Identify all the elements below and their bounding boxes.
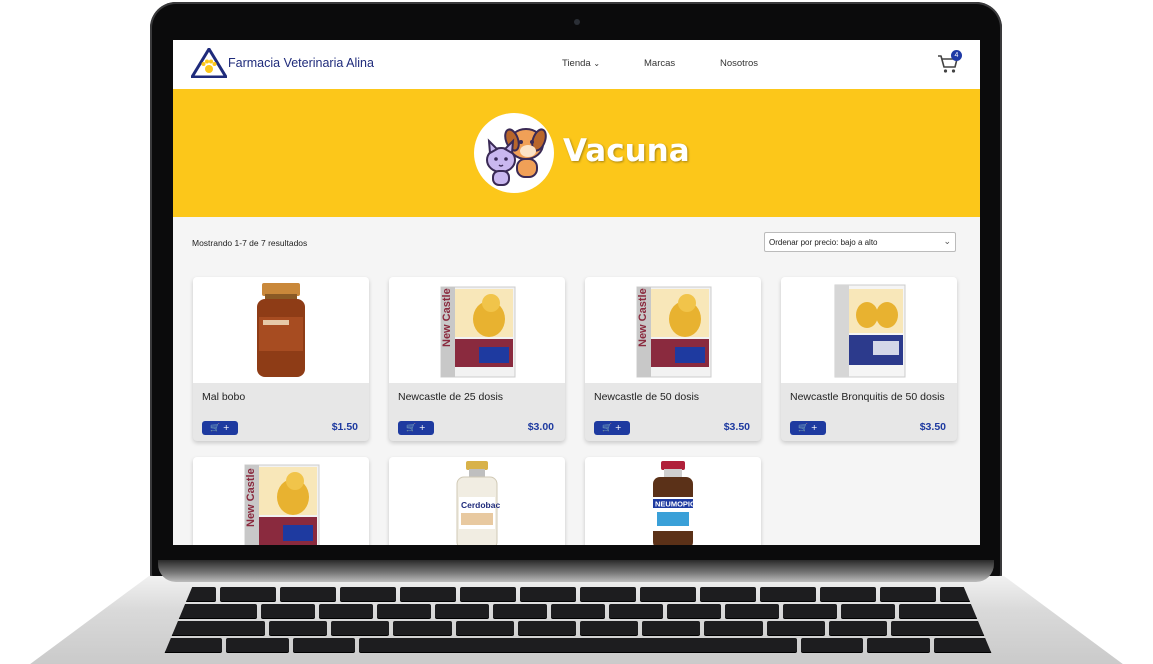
vaccine-box-icon: New Castle	[636, 286, 712, 378]
product-image-box[interactable]: New Castle	[585, 277, 761, 383]
product-price: $3.50	[723, 421, 750, 433]
brand-name[interactable]: Farmacia Veterinaria Alina	[228, 56, 374, 70]
product-image-box[interactable]	[781, 277, 957, 383]
amber-bottle-icon	[257, 283, 305, 377]
product-card[interactable]: New Castle Newcastle de 50 dosis 🛒 + $3.…	[585, 277, 761, 441]
nav-marcas[interactable]: Marcas	[644, 58, 675, 69]
add-to-cart-button[interactable]: 🛒 +	[790, 421, 826, 435]
product-image-bottle[interactable]: Cerdobac	[389, 457, 565, 545]
product-card[interactable]: New Castle Newcastle de 25 dosis 🛒 + $3.…	[389, 277, 565, 441]
product-image-box[interactable]: New Castle	[389, 277, 565, 383]
sort-select[interactable]: Ordenar por precio: bajo a alto ⌄	[764, 232, 956, 252]
nav-tienda[interactable]: Tienda ⌄	[562, 58, 600, 69]
vaccine-box-icon: New Castle	[440, 286, 516, 378]
laptop-hinge	[158, 560, 994, 582]
product-price: $1.50	[331, 421, 358, 433]
cat-and-dog-illustration	[474, 113, 554, 193]
product-name[interactable]: Newcastle de 50 dosis	[594, 391, 754, 404]
cart-icon: 🛒	[798, 423, 809, 432]
product-card[interactable]: Mal bobo 🛒 + $1.50	[193, 277, 369, 441]
product-name[interactable]: Newcastle Bronquitis de 50 dosis	[790, 391, 950, 404]
product-name[interactable]: Mal bobo	[202, 391, 362, 404]
product-card[interactable]: NEUMOPIG	[585, 457, 761, 545]
sort-selected-value: Ordenar por precio: bajo a alto	[769, 238, 878, 247]
paw-triangle-logo-icon[interactable]	[191, 48, 227, 78]
browser-screen: Farmacia Veterinaria Alina Tienda ⌄ Marc…	[173, 40, 980, 545]
add-to-cart-button[interactable]: 🛒 +	[398, 421, 434, 435]
chevron-down-icon: ⌄	[943, 236, 951, 246]
chevron-down-icon: ⌄	[593, 59, 601, 68]
site-header: Farmacia Veterinaria Alina Tienda ⌄ Marc…	[173, 40, 980, 89]
svg-text:New Castle: New Castle	[637, 288, 649, 347]
product-price: $3.00	[527, 421, 554, 433]
product-card[interactable]: Cerdobac	[389, 457, 565, 545]
cart-icon: 🛒	[210, 423, 221, 432]
keyboard	[160, 584, 996, 664]
result-count: Mostrando 1-7 de 7 resultados	[192, 238, 308, 248]
blue-bottle-icon: NEUMOPIG	[653, 461, 696, 545]
category-hero: Vacuna	[173, 89, 980, 217]
cart-icon: 🛒	[406, 423, 417, 432]
vaccine-box-icon: New Castle	[244, 464, 320, 545]
cart-icon: 🛒	[602, 423, 613, 432]
add-to-cart-button[interactable]: 🛒 +	[594, 421, 630, 435]
product-image-bottle[interactable]: NEUMOPIG	[585, 457, 761, 545]
add-to-cart-label: +	[418, 423, 426, 432]
product-price: $3.50	[919, 421, 946, 433]
product-card[interactable]: New Castle	[193, 457, 369, 545]
product-card[interactable]: Newcastle Bronquitis de 50 dosis 🛒 + $3.…	[781, 277, 957, 441]
svg-text:New Castle: New Castle	[245, 468, 257, 527]
product-image-box[interactable]: New Castle	[193, 457, 369, 545]
nav-tienda-label: Tienda	[562, 58, 591, 69]
vaccine-box-icon	[834, 284, 906, 378]
svg-text:New Castle: New Castle	[441, 288, 453, 347]
white-bottle-icon: Cerdobac	[456, 461, 500, 545]
cart-count-badge: 4	[951, 50, 962, 61]
add-to-cart-label: +	[614, 423, 622, 432]
add-to-cart-label: +	[810, 423, 818, 432]
nav-nosotros[interactable]: Nosotros	[720, 58, 758, 69]
add-to-cart-button[interactable]: 🛒 +	[202, 421, 238, 435]
camera-dot	[574, 19, 580, 25]
svg-text:Cerdobac: Cerdobac	[461, 500, 500, 510]
product-image-bottle[interactable]	[193, 277, 369, 383]
svg-text:NEUMOPIG: NEUMOPIG	[655, 500, 696, 509]
page-title: Vacuna	[563, 133, 690, 169]
product-name[interactable]: Newcastle de 25 dosis	[398, 391, 558, 404]
add-to-cart-label: +	[222, 423, 230, 432]
